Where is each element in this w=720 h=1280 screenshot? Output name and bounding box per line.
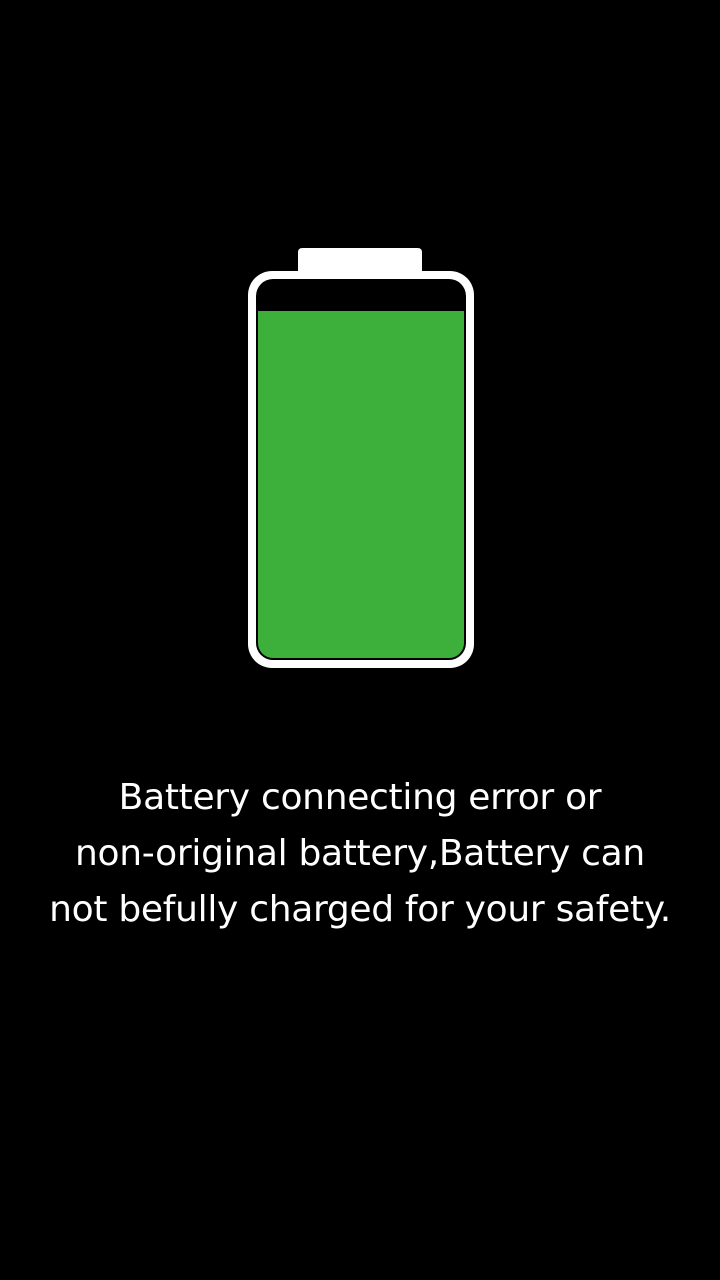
battery-icon [248,248,474,668]
battery-outline [248,271,474,668]
battery-error-message: Battery connecting error or non-original… [0,770,720,938]
message-line-1: Battery connecting error or [118,777,602,818]
charging-error-screen: Battery connecting error or non-original… [0,0,720,1280]
message-line-2: non-original battery,Battery can [75,833,645,874]
battery-interior [256,279,466,660]
message-line-3: not befully charged for your safety. [49,889,671,930]
battery-level-fill [258,311,464,658]
